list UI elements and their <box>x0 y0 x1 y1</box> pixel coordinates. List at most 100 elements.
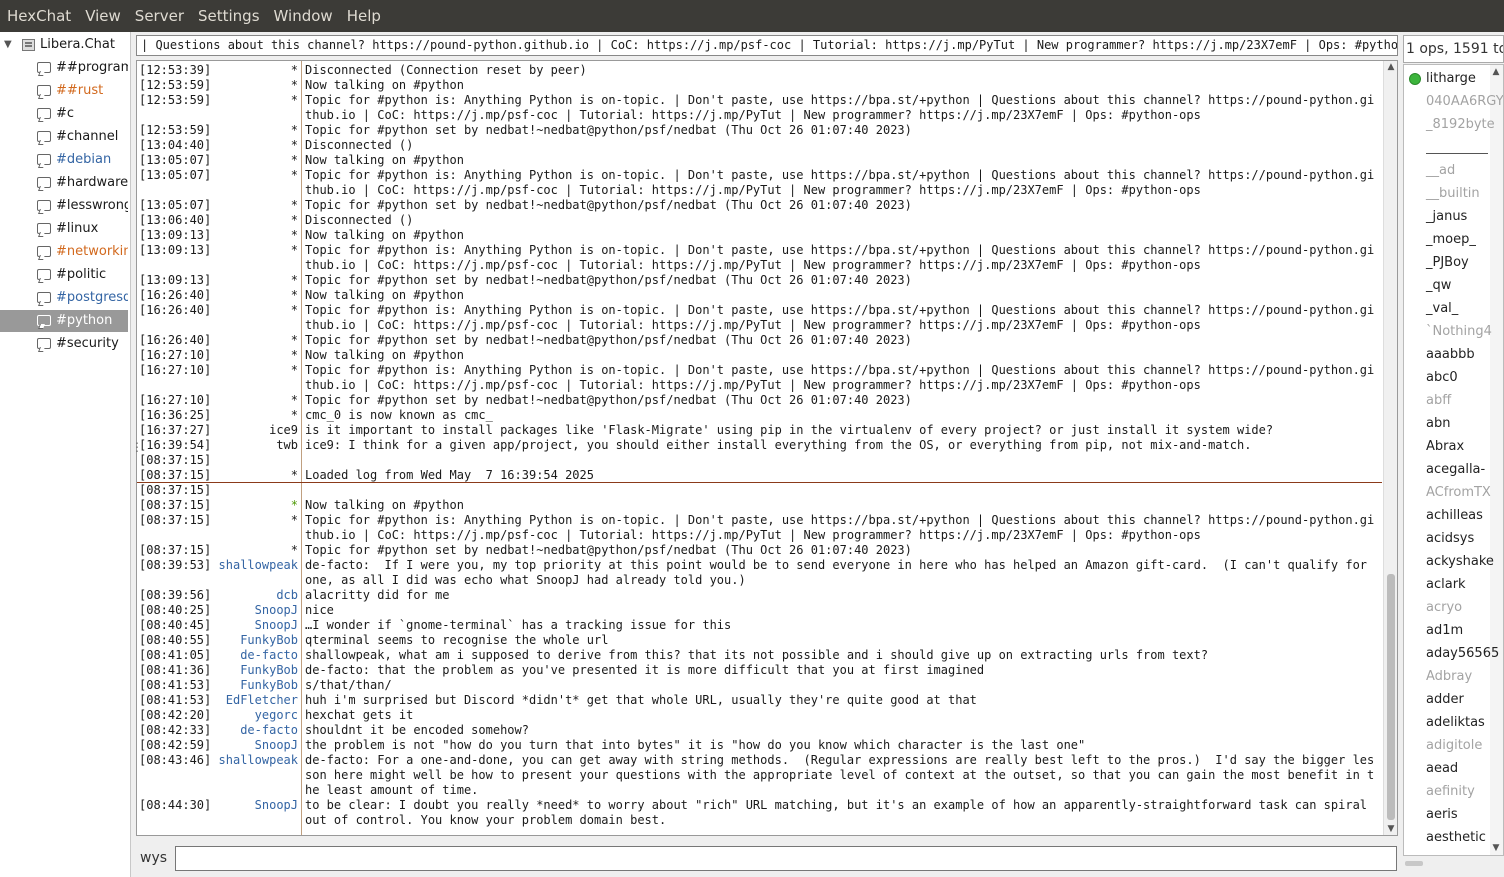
nick[interactable]: * <box>212 498 298 513</box>
user-entry[interactable]: aclark <box>1426 573 1466 596</box>
user-entry[interactable]: __ad <box>1426 159 1455 182</box>
nick-button[interactable]: wys <box>140 850 167 866</box>
user-entry[interactable]: `Nothing4 <box>1426 320 1492 343</box>
tree-channel[interactable]: #postgresq <box>0 287 128 309</box>
user-entry[interactable]: ackyshake <box>1426 550 1494 573</box>
scroll-thumb[interactable] <box>1387 574 1395 820</box>
menu-view[interactable]: View <box>78 0 128 32</box>
nick[interactable]: * <box>212 123 298 138</box>
user-entry[interactable]: Adbray <box>1426 665 1472 688</box>
tree-channel[interactable]: #hardware <box>0 172 128 194</box>
user-entry[interactable]: aesthetic <box>1426 826 1486 849</box>
nick[interactable]: EdFletcher <box>212 693 298 708</box>
topic-bar[interactable]: | Questions about this channel? https://… <box>136 35 1398 56</box>
nick[interactable]: * <box>212 303 298 318</box>
nick[interactable]: * <box>212 78 298 93</box>
nick[interactable]: * <box>212 93 298 108</box>
nick[interactable]: SnoopJ <box>212 798 298 813</box>
user-entry[interactable]: ACfromTX <box>1426 481 1491 504</box>
nick[interactable]: * <box>212 288 298 303</box>
menu-help[interactable]: Help <box>340 0 388 32</box>
user-entry[interactable]: acidsys <box>1426 527 1474 550</box>
nick[interactable]: * <box>212 228 298 243</box>
scroll-down-icon[interactable]: ▼ <box>1491 843 1501 853</box>
user-entry[interactable]: abc0 <box>1426 366 1458 389</box>
nick[interactable]: * <box>212 198 298 213</box>
nick[interactable]: * <box>212 543 298 558</box>
chat-view[interactable]: [12:53:39] * Disconnected (Connection rese… <box>136 60 1398 836</box>
user-entry[interactable]: aead <box>1426 757 1458 780</box>
scroll-up-icon[interactable]: ▲ <box>1491 67 1501 77</box>
userlist-hscrollbar[interactable] <box>1403 857 1504 871</box>
nick[interactable]: FunkyBob <box>212 633 298 648</box>
nick[interactable]: * <box>212 333 298 348</box>
nick[interactable]: twb <box>212 438 298 453</box>
tree-channel[interactable]: #channel <box>0 126 128 148</box>
tree-server-libera[interactable]: ▼ Libera.Chat <box>0 34 130 56</box>
menu-window[interactable]: Window <box>267 0 340 32</box>
nick[interactable]: * <box>212 363 298 378</box>
nick[interactable]: * <box>212 138 298 153</box>
left-pane-resize-handle[interactable]: ⋮ <box>131 440 143 454</box>
expander-down-icon[interactable]: ▼ <box>4 34 12 56</box>
nick[interactable]: FunkyBob <box>212 678 298 693</box>
tree-channel[interactable]: #politic <box>0 264 128 286</box>
tree-channel[interactable]: #networkin <box>0 241 128 263</box>
scroll-up-icon[interactable]: ▲ <box>1386 62 1396 72</box>
menu-hexchat[interactable]: HexChat <box>0 0 78 32</box>
nick[interactable]: * <box>212 243 298 258</box>
tree-channel[interactable]: #debian <box>0 149 128 171</box>
nick[interactable]: ice9 <box>212 423 298 438</box>
user-entry[interactable]: _val_ <box>1426 297 1458 320</box>
tree-channel[interactable]: #c <box>0 103 128 125</box>
user-entry[interactable]: _PJBoy <box>1426 251 1469 274</box>
nick[interactable]: SnoopJ <box>212 738 298 753</box>
user-entry[interactable]: _qw <box>1426 274 1451 297</box>
user-entry[interactable]: Abrax <box>1426 435 1464 458</box>
tree-channel[interactable]: ##rust <box>0 80 128 102</box>
tree-channel[interactable]: #python <box>0 310 128 332</box>
nick[interactable]: * <box>212 348 298 363</box>
user-entry[interactable]: ad1m <box>1426 619 1463 642</box>
user-entry[interactable]: aday56565 <box>1426 642 1499 665</box>
nick[interactable]: de-facto <box>212 723 298 738</box>
nick[interactable]: de-facto <box>212 648 298 663</box>
user-entry[interactable]: __builtin <box>1426 182 1480 205</box>
user-entry[interactable]: _moep_ <box>1426 228 1476 251</box>
nick[interactable]: dcb <box>212 588 298 603</box>
user-entry[interactable]: achilleas <box>1426 504 1483 527</box>
nick[interactable]: FunkyBob <box>212 663 298 678</box>
nick[interactable]: * <box>212 168 298 183</box>
chat-scrollbar[interactable]: ▲ ▼ <box>1383 61 1397 835</box>
nick[interactable]: * <box>212 213 298 228</box>
nick[interactable]: shallowpeak <box>212 753 298 768</box>
user-entry[interactable]: adder <box>1426 688 1464 711</box>
user-entry[interactable]: aefinity <box>1426 780 1475 803</box>
nick[interactable]: * <box>212 408 298 423</box>
tree-channel[interactable]: ##programm <box>0 57 128 79</box>
nick[interactable]: * <box>212 153 298 168</box>
nick[interactable]: * <box>212 468 298 483</box>
user-entry[interactable]: abn <box>1426 412 1450 435</box>
user-entry[interactable]: _janus <box>1426 205 1467 228</box>
nick[interactable]: SnoopJ <box>212 618 298 633</box>
tree-channel[interactable]: #linux <box>0 218 128 240</box>
scroll-down-icon[interactable]: ▼ <box>1386 824 1396 834</box>
user-entry[interactable]: acryo <box>1426 596 1462 619</box>
userlist-scrollbar[interactable]: ▲ ▼ <box>1490 65 1503 855</box>
user-entry[interactable]: acegalla- <box>1426 458 1485 481</box>
nick[interactable]: SnoopJ <box>212 603 298 618</box>
user-entry[interactable]: abff <box>1426 389 1451 412</box>
user-entry[interactable]: _8192byte <box>1426 113 1495 136</box>
nick[interactable]: * <box>212 273 298 288</box>
nick[interactable]: * <box>212 513 298 528</box>
nick[interactable]: yegorc <box>212 708 298 723</box>
menu-server[interactable]: Server <box>128 0 191 32</box>
user-entry[interactable]: aeris <box>1426 803 1458 826</box>
nick[interactable]: shallowpeak <box>212 558 298 573</box>
message-input[interactable] <box>175 846 1397 871</box>
nick[interactable]: * <box>212 63 298 78</box>
hscroll-thumb[interactable] <box>1405 861 1423 866</box>
user-entry[interactable]: litharge <box>1426 67 1476 90</box>
menu-settings[interactable]: Settings <box>191 0 267 32</box>
